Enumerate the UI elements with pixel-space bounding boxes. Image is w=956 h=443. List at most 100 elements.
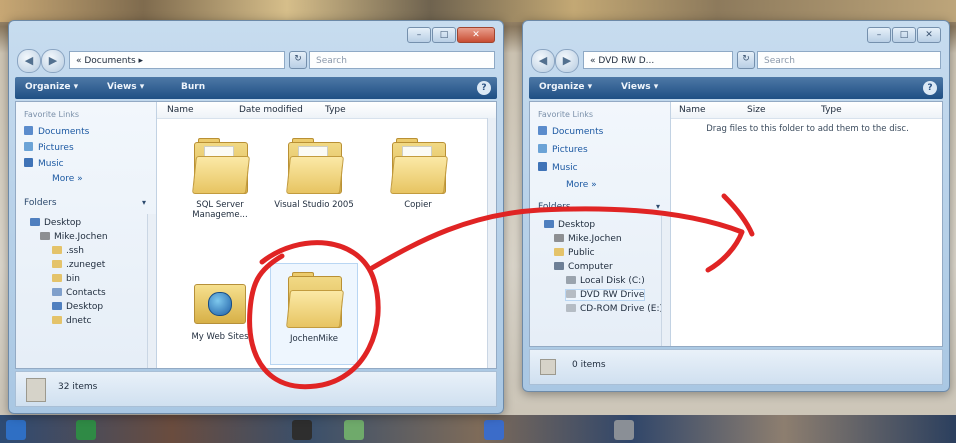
cd-drive-icon bbox=[566, 304, 576, 312]
column-type[interactable]: Type bbox=[325, 105, 346, 115]
search-input[interactable]: Search bbox=[309, 51, 495, 69]
back-button[interactable]: ◀ bbox=[17, 49, 41, 73]
tree-item[interactable]: .zuneget bbox=[52, 260, 105, 270]
content-scrollbar[interactable] bbox=[487, 118, 496, 368]
network-icon[interactable] bbox=[484, 420, 504, 440]
folder-icon bbox=[52, 246, 62, 254]
refresh-icon[interactable]: ↻ bbox=[737, 51, 755, 69]
desktop-icon bbox=[544, 220, 554, 228]
help-icon[interactable]: ? bbox=[923, 81, 937, 95]
file-list: Name Size Type Drag files to this folder… bbox=[671, 102, 942, 346]
column-date-modified[interactable]: Date modified bbox=[239, 105, 303, 115]
burn-button[interactable]: Burn bbox=[181, 82, 205, 92]
tree-item[interactable]: Computer bbox=[554, 262, 613, 272]
help-icon[interactable]: ? bbox=[477, 81, 491, 95]
column-name[interactable]: Name bbox=[167, 105, 194, 115]
tree-item-selected[interactable]: DVD RW Drive bbox=[564, 289, 646, 301]
forward-button[interactable]: ▶ bbox=[555, 49, 579, 73]
tray-icon[interactable] bbox=[614, 420, 634, 440]
folder-label: Visual Studio 2005 bbox=[274, 200, 354, 210]
command-bar: Organize ▾ Views ▾ Burn ? bbox=[15, 77, 497, 99]
organize-button[interactable]: Organize ▾ bbox=[539, 82, 592, 92]
window-controls: – □ ✕ bbox=[407, 27, 495, 43]
favorite-documents[interactable]: Documents bbox=[538, 126, 603, 137]
favorite-pictures[interactable]: Pictures bbox=[24, 142, 74, 153]
column-size[interactable]: Size bbox=[747, 105, 765, 115]
forward-button[interactable]: ▶ bbox=[41, 49, 65, 73]
tree-label: dnetc bbox=[66, 316, 92, 326]
disk-icon bbox=[566, 276, 576, 284]
tree-item[interactable]: dnetc bbox=[52, 316, 91, 326]
public-folder-icon bbox=[554, 248, 564, 256]
folder-icon bbox=[192, 138, 250, 194]
favorite-music[interactable]: Music bbox=[24, 158, 64, 169]
address-bar[interactable]: « DVD RW D... bbox=[583, 51, 733, 69]
views-button[interactable]: Views ▾ bbox=[107, 82, 144, 92]
close-button[interactable]: ✕ bbox=[917, 27, 941, 43]
folder-icon bbox=[286, 272, 344, 328]
maximize-button[interactable]: □ bbox=[892, 27, 916, 43]
search-input[interactable]: Search bbox=[757, 51, 941, 69]
favorite-label: Documents bbox=[552, 127, 604, 137]
word-icon[interactable] bbox=[6, 420, 26, 440]
back-button[interactable]: ◀ bbox=[531, 49, 555, 73]
tree-item[interactable]: .ssh bbox=[52, 246, 84, 256]
user-folder-icon bbox=[554, 234, 564, 242]
folder-item[interactable]: Visual Studio 2005 bbox=[271, 138, 357, 210]
address-bar[interactable]: « Documents ▸ bbox=[69, 51, 285, 69]
chevron-down-icon[interactable]: ▾ bbox=[142, 198, 146, 207]
tree-item[interactable]: Local Disk (C:) bbox=[566, 276, 645, 286]
tree-label: bin bbox=[66, 274, 80, 284]
minimize-button[interactable]: – bbox=[867, 27, 891, 43]
details-pane: 0 items bbox=[529, 349, 943, 385]
views-button[interactable]: Views ▾ bbox=[621, 82, 658, 92]
column-header: Name Date modified Type bbox=[157, 102, 496, 119]
folder-item-selected[interactable]: JochenMike bbox=[270, 263, 358, 365]
column-type[interactable]: Type bbox=[821, 105, 842, 115]
navigation-pane: Favorite Links Documents Pictures Music … bbox=[16, 102, 157, 368]
folders-header[interactable]: Folders bbox=[24, 198, 57, 208]
more-link[interactable]: More » bbox=[566, 180, 597, 190]
excel-icon[interactable] bbox=[76, 420, 96, 440]
documents-window[interactable]: – □ ✕ ◀ ▶ « Documents ▸ ↻ Search Organiz… bbox=[8, 20, 504, 414]
tree-label: DVD RW Drive bbox=[580, 290, 645, 300]
refresh-icon[interactable]: ↻ bbox=[289, 51, 307, 69]
pictures-icon bbox=[24, 142, 33, 151]
window-controls: – □ ✕ bbox=[867, 27, 941, 43]
tree-item[interactable]: Desktop bbox=[52, 302, 103, 312]
tree-item[interactable]: Contacts bbox=[52, 288, 106, 298]
tree-item[interactable]: Public bbox=[554, 248, 595, 258]
window-body: Favorite Links Documents Pictures Music … bbox=[15, 101, 497, 369]
favorite-music[interactable]: Music bbox=[538, 162, 578, 173]
chevron-down-icon[interactable]: ▾ bbox=[656, 202, 660, 211]
folder-item[interactable]: SQL Server Manageme... bbox=[177, 138, 263, 220]
minimize-button[interactable]: – bbox=[407, 27, 431, 43]
item-count: 0 items bbox=[572, 360, 606, 370]
taskbar-area bbox=[0, 415, 956, 443]
folders-header[interactable]: Folders bbox=[538, 202, 571, 212]
document-icon bbox=[26, 378, 46, 402]
tree-item[interactable]: bin bbox=[52, 274, 80, 284]
favorite-pictures[interactable]: Pictures bbox=[538, 144, 588, 155]
dvd-drive-window[interactable]: – □ ✕ ◀ ▶ « DVD RW D... ↻ Search Organiz… bbox=[522, 20, 950, 392]
tree-item[interactable]: CD-ROM Drive (E:) bbox=[566, 304, 663, 312]
media-icon[interactable] bbox=[292, 420, 312, 440]
maximize-button[interactable]: □ bbox=[432, 27, 456, 43]
tree-scrollbar[interactable] bbox=[147, 214, 156, 368]
tree-item[interactable]: Mike.Jochen bbox=[40, 232, 108, 242]
tree-scrollbar[interactable] bbox=[661, 216, 670, 346]
folder-item[interactable]: My Web Sites bbox=[177, 270, 263, 342]
close-button[interactable]: ✕ bbox=[457, 27, 495, 43]
favorite-documents[interactable]: Documents bbox=[24, 126, 89, 137]
desktop-icon bbox=[52, 302, 62, 310]
organize-button[interactable]: Organize ▾ bbox=[25, 82, 78, 92]
folder-label: Copier bbox=[404, 200, 432, 210]
tree-item[interactable]: Desktop bbox=[544, 220, 595, 230]
more-link[interactable]: More » bbox=[52, 174, 83, 184]
column-name[interactable]: Name bbox=[679, 105, 706, 115]
folder-item[interactable]: Copier bbox=[375, 138, 461, 210]
app-icon[interactable] bbox=[344, 420, 364, 440]
tree-item[interactable]: Desktop bbox=[30, 218, 81, 228]
tree-label: .ssh bbox=[66, 246, 84, 256]
tree-item[interactable]: Mike.Jochen bbox=[554, 234, 622, 244]
